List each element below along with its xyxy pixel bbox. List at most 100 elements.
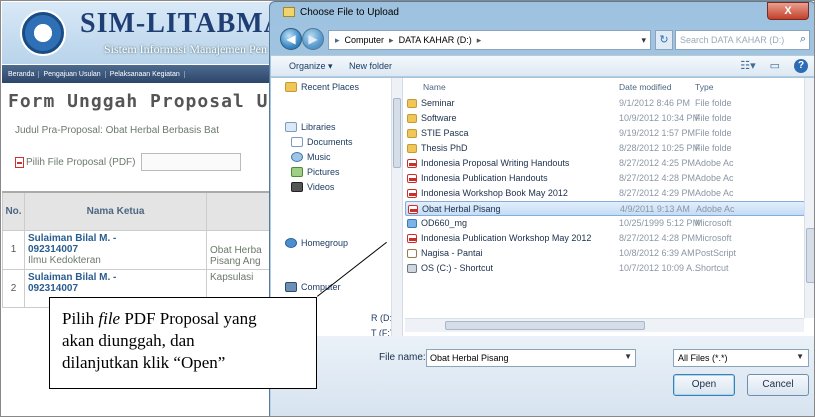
nav-drive-d[interactable]: R (D: [371,313,392,323]
file-name: Indonesia Publication Workshop May 2012 [407,233,592,243]
chevron-down-icon[interactable]: ▼ [624,352,632,361]
new-folder-button[interactable]: New folder [349,61,392,71]
preview-pane-icon[interactable]: ▭ [770,59,780,73]
dialog-content: Recent Places Libraries Documents Music … [271,78,814,338]
open-button[interactable]: Open [673,374,735,396]
chevron-down-icon[interactable]: ▼ [796,352,804,361]
ketua-nim: 092314007 [28,243,79,255]
row-no: 1 [2,229,25,270]
file-type: File folde [695,143,732,153]
organize-button[interactable]: Organize ▾ [289,61,333,72]
file-name-input[interactable]: Obat Herbal Pisang ▼ [426,349,636,367]
row-ketua: Sulaiman Bilal M. - 092314007 Ilmu Kedok… [24,229,207,270]
file-row[interactable]: Obat Herbal Pisang 4/9/2011 9:13 AM Adobe … [405,201,805,216]
file-name: STIE Pasca [407,128,469,138]
callout-line-1: Pilih file PDF Proposal yang [62,308,304,330]
table-row: 1 Sulaiman Bilal M. - 092314007 Ilmu Ked… [2,229,302,270]
file-type: Adobe Ac [695,158,734,168]
nav-label: R (D: [371,313,392,323]
file-row[interactable]: Seminar 9/1/2012 8:46 PM File folde [405,96,805,111]
ps-icon [407,248,417,258]
nav-pengajuan-usulan[interactable]: Pengajuan Usulan [39,70,106,78]
nav-pelaksanaan-kegiatan[interactable]: Pelaksanaan Kegiatan [106,70,185,78]
file-type: Adobe Ac [696,204,735,214]
file-name-text: STIE Pasca [421,128,469,138]
file-row[interactable]: STIE Pasca 9/19/2012 1:57 PM File folde [405,126,805,141]
file-row[interactable]: OD660_mg 10/25/1999 5:12 PM Microsoft [405,216,805,231]
refresh-button[interactable]: ↻ [655,30,673,50]
file-date: 10/7/2012 10:09 A... [619,263,700,273]
file-type: File folde [695,113,732,123]
dialog-folder-icon [283,7,295,17]
file-row[interactable]: OS (C:) - Shortcut 10/7/2012 10:09 A... Sh… [405,261,805,276]
scroll-thumb[interactable] [445,321,645,330]
cancel-button[interactable]: Cancel [747,374,809,396]
file-upload-input[interactable] [141,153,242,171]
help-icon[interactable]: ? [794,59,808,73]
ketua-dept: Ilmu Kedokteran [28,254,101,266]
folder-icon [407,113,417,123]
col-date-modified[interactable]: Date modified [619,82,671,92]
file-date: 9/1/2012 8:46 PM [619,98,691,108]
judul-pra-proposal: Judul Pra-Proposal: Obat Herbal Berbasis… [15,125,219,136]
page-title: Form Unggah Proposal Us [8,91,281,112]
file-name: Nagisa - Pantai [407,248,483,258]
pictures-icon [291,167,303,177]
nav-beranda[interactable]: Beranda [4,70,40,78]
pilih-file-label: Pilih File Proposal (PDF) [26,156,136,168]
search-icon: ⌕ [799,33,806,45]
nav-videos[interactable]: Videos [291,182,334,192]
back-button[interactable]: ◀ [280,28,302,50]
ketua-name: Sulaiman Bilal M. - [28,271,117,283]
nav-music[interactable]: Music [291,152,331,162]
app-banner: SIM-LITABMAS Sistem Informasi Manajemen … [2,2,302,64]
folder-icon [407,143,417,153]
scroll-thumb[interactable] [806,228,814,283]
file-list-hscrollbar[interactable] [405,318,804,332]
view-options-icon[interactable]: ☷▾ [740,59,755,73]
nav-label: Homegroup [301,238,349,248]
file-list-vscrollbar[interactable] [804,78,814,318]
file-row[interactable]: Indonesia Publication Handouts 8/27/2012 … [405,171,805,186]
file-name-text: Indonesia Publication Workshop May 2012 [421,233,592,243]
col-type[interactable]: Type [695,82,713,92]
file-row[interactable]: Indonesia Proposal Writing Handouts 8/27/… [405,156,805,171]
file-row[interactable]: Thesis PhD 8/28/2012 10:25 PM File folde [405,141,805,156]
nav-homegroup[interactable]: Homegroup [285,238,348,248]
search-placeholder: Search DATA KAHAR (D:) [680,35,785,45]
close-button[interactable]: X [767,2,809,20]
screenshot-frame: SIM-LITABMAS Sistem Informasi Manajemen … [0,0,815,417]
file-type: Shortcut [695,263,729,273]
scroll-thumb[interactable] [393,98,401,168]
pdf-icon [407,188,417,198]
file-name-text: Thesis PhD [421,143,468,153]
dialog-toolbar: Organize ▾ New folder ☷▾ ▭ ? [271,55,814,77]
file-type: Adobe Ac [695,188,734,198]
address-bar[interactable]: ▸ Computer ▸ DATA KAHAR (D:) ▸ ▾ [328,30,651,50]
nav-recent-places[interactable]: Recent Places [285,82,359,92]
nav-label: Videos [307,182,335,192]
file-name: Obat Herbal Pisang [408,204,501,214]
nav-documents[interactable]: Documents [291,137,353,147]
file-date: 10/25/1999 5:12 PM [619,218,701,228]
forward-button[interactable]: ▶ [302,28,324,50]
search-input[interactable]: Search DATA KAHAR (D:) ⌕ [675,30,810,50]
nav-scrollbar[interactable] [391,78,402,336]
file-name-text: Indonesia Workshop Book May 2012 [421,188,568,198]
nav-pictures[interactable]: Pictures [291,167,340,177]
nav-libraries[interactable]: Libraries [285,122,336,132]
file-picker-row: Pilih File Proposal (PDF) [15,153,242,171]
file-type: PostScript [695,248,737,258]
file-row[interactable]: Nagisa - Pantai 10/8/2012 6:39 AM PostScri… [405,246,805,261]
address-dropdown-icon[interactable]: ▾ [641,35,646,46]
col-name[interactable]: Name [423,82,446,92]
file-name: OS (C:) - Shortcut [407,263,493,273]
breadcrumb-data-kahar[interactable]: DATA KAHAR (D:) [399,35,472,45]
file-type-select[interactable]: All Files (*.*) ▼ [673,349,809,367]
file-name: Indonesia Publication Handouts [407,173,548,183]
breadcrumb-computer[interactable]: Computer [345,35,385,45]
file-row[interactable]: Indonesia Publication Workshop May 2012 8… [405,231,805,246]
file-row[interactable]: Indonesia Workshop Book May 2012 8/27/201… [405,186,805,201]
file-row[interactable]: Software 10/9/2012 10:34 PM File folde [405,111,805,126]
university-logo-icon [20,10,66,56]
